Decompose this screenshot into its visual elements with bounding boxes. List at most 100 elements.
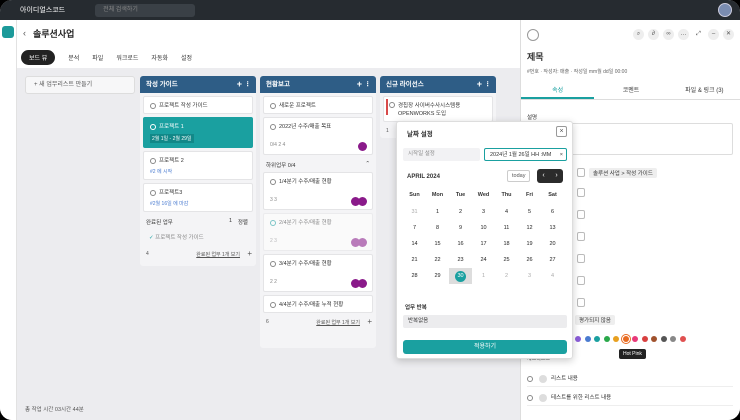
task-check-icon[interactable]: [270, 260, 276, 267]
task-card[interactable]: 새로운 프로젝트: [263, 96, 373, 114]
calendar-day[interactable]: 20: [541, 236, 564, 252]
close-icon[interactable]: ✕: [723, 29, 734, 40]
task-title-heading[interactable]: 제목: [527, 50, 544, 63]
start-date-input[interactable]: 시작일 설정: [403, 148, 480, 161]
add-card-icon[interactable]: +: [357, 76, 362, 93]
calendar-day[interactable]: 30: [449, 268, 472, 284]
tab-properties[interactable]: 속성: [521, 82, 595, 99]
calendar-day[interactable]: 16: [449, 236, 472, 252]
task-check-icon[interactable]: [150, 123, 156, 130]
tab-board-view[interactable]: 보드 뷰: [21, 50, 56, 65]
task-check-icon[interactable]: [150, 189, 156, 196]
calendar-day[interactable]: 19: [518, 236, 541, 252]
close-icon[interactable]: ×: [556, 126, 567, 137]
tab-comments[interactable]: 코멘트: [594, 82, 667, 99]
calendar-day[interactable]: 4: [541, 268, 564, 284]
calendar-day[interactable]: 13: [541, 220, 564, 236]
expand-icon[interactable]: ⤢: [693, 29, 704, 40]
calendar-day[interactable]: 1: [426, 204, 449, 220]
calendar-day[interactable]: 1: [472, 268, 495, 284]
task-check-icon[interactable]: [150, 102, 156, 109]
task-card[interactable]: 프로젝트 작성 가이드: [143, 96, 253, 114]
more-icon[interactable]: …: [678, 29, 689, 40]
swatch[interactable]: [632, 336, 638, 342]
link-icon[interactable]: ∞: [663, 29, 674, 40]
task-check-icon[interactable]: [270, 301, 276, 308]
task-card[interactable]: 프로젝트 1 2월 1일 - 2월 29일: [143, 117, 253, 148]
next-month-icon[interactable]: ›: [555, 169, 557, 183]
more-icon[interactable]: ⋮: [245, 76, 252, 93]
swatch[interactable]: [594, 336, 600, 342]
calendar-day[interactable]: 21: [403, 252, 426, 268]
subtask-card[interactable]: 2/4분기 수주/매출 현황 2 3: [263, 213, 373, 251]
calendar-day[interactable]: 2: [495, 268, 518, 284]
add-card-icon[interactable]: +: [477, 76, 482, 93]
prev-month-icon[interactable]: ‹: [542, 169, 544, 183]
check-icon[interactable]: [527, 375, 533, 382]
task-card[interactable]: 2022년 수주/매출 목표 0/4 2 4: [263, 117, 373, 155]
calendar-day[interactable]: 25: [495, 252, 518, 268]
breadcrumb[interactable]: 솔루션 사업 > 작성 가이드: [589, 168, 657, 178]
tab-analysis[interactable]: 분석: [68, 53, 79, 62]
tab-files[interactable]: 파일: [92, 53, 103, 62]
task-check-icon[interactable]: [150, 157, 156, 164]
clear-date-icon[interactable]: ×: [560, 149, 563, 162]
apply-button[interactable]: 적용하기: [403, 340, 567, 354]
swatch[interactable]: [641, 336, 648, 342]
new-list-button[interactable]: + 새 업무리스트 만들기: [25, 76, 135, 94]
add-card-icon[interactable]: +: [367, 317, 372, 326]
minimize-icon[interactable]: –: [708, 29, 719, 40]
done-card[interactable]: ✓ 프로젝트 작성 가이드: [143, 229, 253, 245]
calendar-day[interactable]: 31: [403, 204, 426, 220]
workspace-logo-icon[interactable]: [2, 26, 14, 38]
calendar-day[interactable]: 12: [518, 220, 541, 236]
month-nav[interactable]: ‹ ›: [537, 169, 563, 183]
swatch[interactable]: [613, 336, 619, 342]
task-check-icon[interactable]: [389, 102, 395, 108]
swatch[interactable]: [603, 336, 610, 342]
lock-icon[interactable]: [577, 168, 585, 177]
task-card[interactable]: 경칩장 사이버수사시스템용 OPENWORKS 도입: [383, 96, 493, 122]
calendar-day[interactable]: 5: [518, 204, 541, 220]
more-icon[interactable]: ⋮: [365, 76, 372, 93]
lock-icon[interactable]: [577, 232, 585, 241]
calendar-day[interactable]: 4: [495, 204, 518, 220]
task-check-icon[interactable]: [270, 102, 276, 109]
calendar-day[interactable]: 23: [449, 252, 472, 268]
add-card-icon[interactable]: +: [247, 249, 252, 258]
lock-icon[interactable]: [577, 254, 585, 263]
tab-settings[interactable]: 설정: [181, 53, 192, 62]
calendar-day[interactable]: 24: [472, 252, 495, 268]
add-card-icon[interactable]: +: [237, 76, 242, 93]
repeat-select[interactable]: 반복없음: [403, 315, 567, 328]
swatch[interactable]: [660, 336, 667, 342]
tab-files-links[interactable]: 파일 & 링크 (3): [668, 82, 740, 99]
checklist-item[interactable]: 리스트 내용: [527, 372, 733, 387]
lock-icon[interactable]: [577, 298, 585, 307]
calendar-day[interactable]: 26: [518, 252, 541, 268]
tab-workload[interactable]: 워크로드: [116, 53, 138, 62]
subtask-card[interactable]: 4/4분기 수주/매출 누적 현황: [263, 295, 373, 313]
task-card[interactable]: 프로젝트 2 #2 에 시작: [143, 151, 253, 180]
done-section[interactable]: 완료된 업무 1 정렬: [140, 212, 256, 226]
complete-task-icon[interactable]: [527, 29, 539, 41]
lock-icon[interactable]: [577, 210, 585, 219]
search-icon[interactable]: ⌕: [633, 29, 644, 40]
back-arrow-icon[interactable]: ‹: [23, 28, 26, 38]
attach-icon[interactable]: ∂: [648, 29, 659, 40]
collapse-icon[interactable]: ⌃: [365, 161, 370, 167]
swatch[interactable]: [670, 336, 676, 342]
task-check-icon[interactable]: [270, 178, 276, 185]
swatch[interactable]: [679, 336, 686, 342]
swatch[interactable]: [651, 336, 657, 342]
calendar-day[interactable]: 28: [403, 268, 426, 284]
calendar-day[interactable]: 10: [472, 220, 495, 236]
show-done-link[interactable]: 완료된 업무 1개 보기: [196, 251, 240, 258]
subtask-section[interactable]: 하위업무 0/4 ⌃: [260, 155, 376, 169]
user-avatar[interactable]: [718, 3, 732, 17]
rating-dropdown[interactable]: 평가되지 않음: [575, 315, 615, 325]
swatch[interactable]: [622, 336, 629, 342]
more-icon[interactable]: ⋮: [485, 76, 492, 93]
lock-icon[interactable]: [577, 188, 585, 197]
calendar-day[interactable]: 18: [495, 236, 518, 252]
